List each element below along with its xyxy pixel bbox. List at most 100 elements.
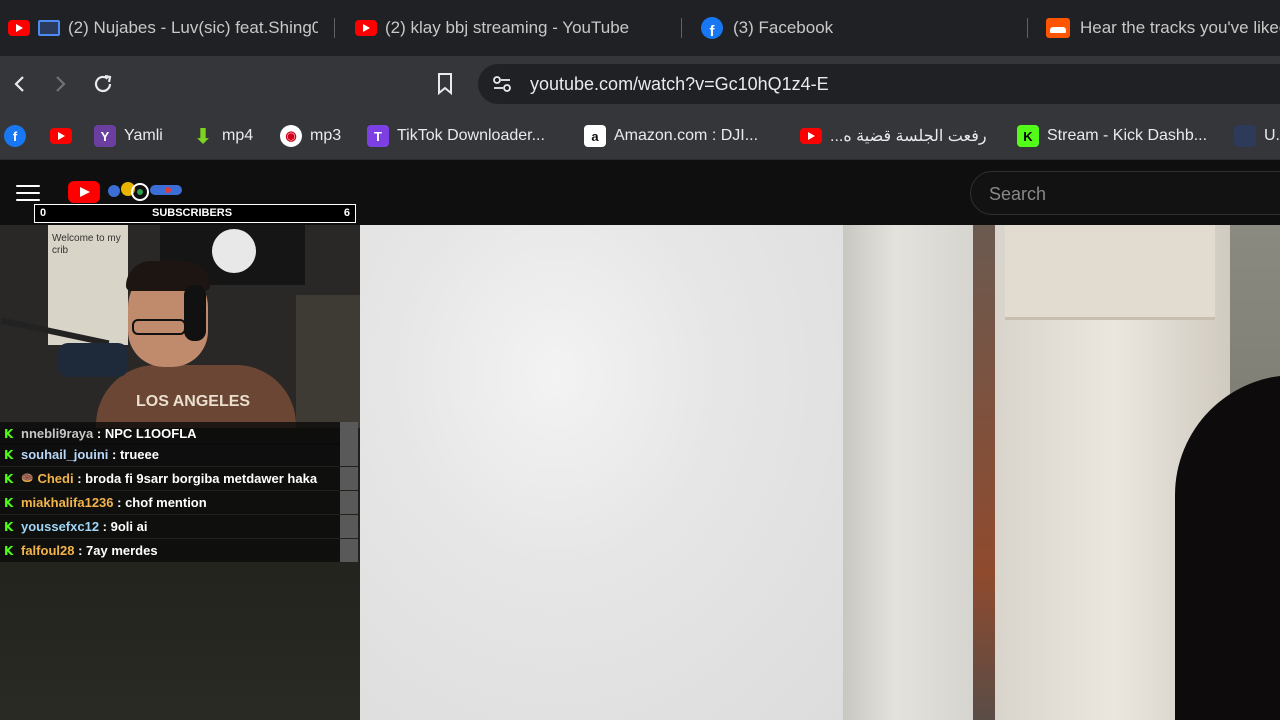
chat-message: Knnebli9raya : NPC L1OOFLA bbox=[0, 422, 340, 445]
video-player[interactable] bbox=[340, 225, 1280, 720]
tab-facebook[interactable]: f (3) Facebook bbox=[701, 8, 1001, 48]
chat-text: broda fi 9sarr borgiba metdawer haka bbox=[85, 471, 318, 486]
streamer-shirt: LOS ANGELES bbox=[96, 365, 296, 428]
chat-separator: : bbox=[113, 495, 126, 510]
kick-badge-icon: K bbox=[4, 519, 14, 534]
chat-text: NPC L1OOFLA bbox=[104, 426, 197, 441]
bookmark-amazon[interactable]: a Amazon.com : DJI... bbox=[584, 122, 758, 150]
tab-separator bbox=[1027, 18, 1028, 38]
bookmark-tiktok-downloader[interactable]: T TikTok Downloader... bbox=[367, 122, 545, 150]
chat-separator: : bbox=[74, 543, 87, 558]
bookmark-icon bbox=[438, 73, 452, 96]
chevron-right-icon bbox=[56, 76, 66, 92]
kick-badge-icon: K bbox=[4, 495, 14, 510]
chat-row-edge bbox=[340, 539, 358, 562]
kick-badge-icon: K bbox=[4, 447, 14, 462]
chat-row-edge bbox=[340, 491, 358, 514]
bookmark-label: mp3 bbox=[310, 127, 342, 144]
chat-message: Kmiakhalifa1236 : chof mention bbox=[0, 491, 340, 514]
bookmark-arabic-video[interactable]: رفعت الجلسة قضية ه... bbox=[800, 122, 987, 150]
chat-username: Chedi bbox=[37, 471, 74, 486]
chat-message: Ksouhail_jouini : trueee bbox=[0, 443, 340, 466]
bookmark-label: Amazon.com : DJI... bbox=[614, 127, 759, 144]
audio-icon: ◉ bbox=[280, 125, 302, 147]
wall-poster: Welcome to my crib bbox=[48, 225, 128, 345]
chat-message: K 🍩 Chedi : broda fi 9sarr borgiba metdawe… bbox=[0, 467, 340, 490]
chat-row-edge bbox=[340, 422, 358, 445]
bookmark-label: TikTok Downloader... bbox=[397, 127, 545, 144]
youtube-icon bbox=[50, 128, 72, 144]
chat-username: miakhalifa1236 bbox=[21, 495, 114, 510]
webcam-background bbox=[296, 295, 360, 428]
chat-row-edge bbox=[340, 515, 358, 538]
bookmark-button[interactable] bbox=[429, 68, 461, 100]
facebook-icon: f bbox=[701, 17, 723, 39]
youtube-icon bbox=[800, 128, 822, 144]
kick-icon: K bbox=[1017, 125, 1039, 147]
chat-separator: : bbox=[108, 447, 120, 462]
tab-strip: (2) Nujabes - Luv(sic) feat.Shing02 (2) … bbox=[0, 0, 1280, 56]
bookmark-youtube[interactable] bbox=[50, 122, 80, 150]
chat-row-edge bbox=[340, 467, 358, 490]
video-wall bbox=[360, 225, 850, 720]
soundcloud-icon bbox=[1046, 18, 1070, 38]
youtube-icon bbox=[355, 20, 377, 36]
bookmark-label: mp4 bbox=[222, 127, 254, 144]
video-strip bbox=[973, 225, 997, 720]
back-button[interactable] bbox=[4, 68, 36, 100]
search-input[interactable]: Search bbox=[970, 171, 1280, 215]
browser-window: (2) Nujabes - Luv(sic) feat.Shing02 (2) … bbox=[0, 0, 1280, 720]
chat-username: nnebli9raya bbox=[21, 426, 94, 441]
bookmark-label: Yamli bbox=[124, 127, 163, 144]
chat-emoji-icon: 🍩 bbox=[21, 473, 34, 484]
site-settings-icon bbox=[493, 76, 511, 92]
bookmark-u[interactable]: U... bbox=[1234, 122, 1280, 150]
bookmark-yamli[interactable]: Y Yamli bbox=[94, 122, 163, 150]
kick-badge-icon: K bbox=[4, 471, 14, 486]
chat-username: falfoul28 bbox=[21, 543, 75, 558]
tab-soundcloud[interactable]: Hear the tracks you've liked bbox=[1046, 8, 1280, 48]
navigation-bar: youtube.com/watch?v=Gc10hQ1z4-E bbox=[0, 56, 1280, 112]
chat-overlay: Knnebli9raya : NPC L1OOFLA Ksouhail_jouin… bbox=[0, 422, 360, 720]
bookmark-label: Stream - Kick Dashb... bbox=[1047, 127, 1208, 144]
tab-separator bbox=[334, 18, 335, 38]
subscriber-goal-bar: 0 SUBSCRIBERS 6 bbox=[34, 204, 356, 223]
reload-button[interactable] bbox=[87, 68, 119, 100]
microphone bbox=[58, 343, 128, 377]
youtube-logo[interactable] bbox=[68, 179, 188, 203]
chat-text: chof mention bbox=[125, 495, 207, 510]
youtube-icon bbox=[8, 20, 30, 36]
video-pillar bbox=[843, 225, 975, 720]
reload-icon bbox=[94, 74, 112, 93]
subscriber-max: 6 bbox=[343, 207, 350, 219]
subscriber-min: 0 bbox=[40, 207, 47, 219]
menu-icon[interactable] bbox=[16, 185, 40, 203]
search-placeholder: Search bbox=[989, 184, 1047, 204]
url-text: youtube.com/watch?v=Gc10hQ1z4-E bbox=[530, 74, 829, 94]
chat-separator: : bbox=[73, 471, 86, 486]
tab-klay-bbj[interactable]: (2) klay bbj streaming - YouTube bbox=[355, 8, 665, 48]
forward-button[interactable] bbox=[44, 68, 76, 100]
address-bar[interactable]: youtube.com/watch?v=Gc10hQ1z4-E bbox=[478, 64, 1280, 104]
tab-label: (2) Nujabes - Luv(sic) feat.Shing02 bbox=[68, 18, 318, 37]
chevron-left-icon bbox=[14, 76, 24, 92]
download-arrow-icon: ⬇ bbox=[194, 125, 212, 148]
bookmark-icon bbox=[1234, 125, 1256, 147]
bookmark-mp3[interactable]: ◉ mp3 bbox=[280, 122, 341, 150]
chat-text: 9oli ai bbox=[110, 519, 148, 534]
tab-label: (2) klay bbj streaming - YouTube bbox=[385, 18, 630, 37]
chat-username: youssefxc12 bbox=[21, 519, 100, 534]
bookmark-kick-dashboard[interactable]: K Stream - Kick Dashb... bbox=[1017, 122, 1207, 150]
bookmark-mp4[interactable]: ⬇ mp4 bbox=[192, 122, 254, 150]
chat-username: souhail_jouini bbox=[21, 447, 109, 462]
chat-row-edge bbox=[340, 443, 358, 466]
subscriber-label: SUBSCRIBERS bbox=[152, 207, 233, 219]
bookmark-facebook[interactable]: f bbox=[4, 122, 34, 150]
bookmark-label: رفعت الجلسة قضية ه... bbox=[830, 128, 987, 145]
chat-separator: : bbox=[99, 519, 111, 534]
tab-nujabes[interactable]: (2) Nujabes - Luv(sic) feat.Shing02 bbox=[8, 8, 318, 48]
chat-separator: : bbox=[93, 426, 105, 441]
tab-label: Hear the tracks you've liked bbox=[1080, 18, 1280, 37]
bookmark-label: U... bbox=[1264, 127, 1280, 144]
chat-message: Kfalfoul28 : 7ay merdes bbox=[0, 539, 340, 562]
